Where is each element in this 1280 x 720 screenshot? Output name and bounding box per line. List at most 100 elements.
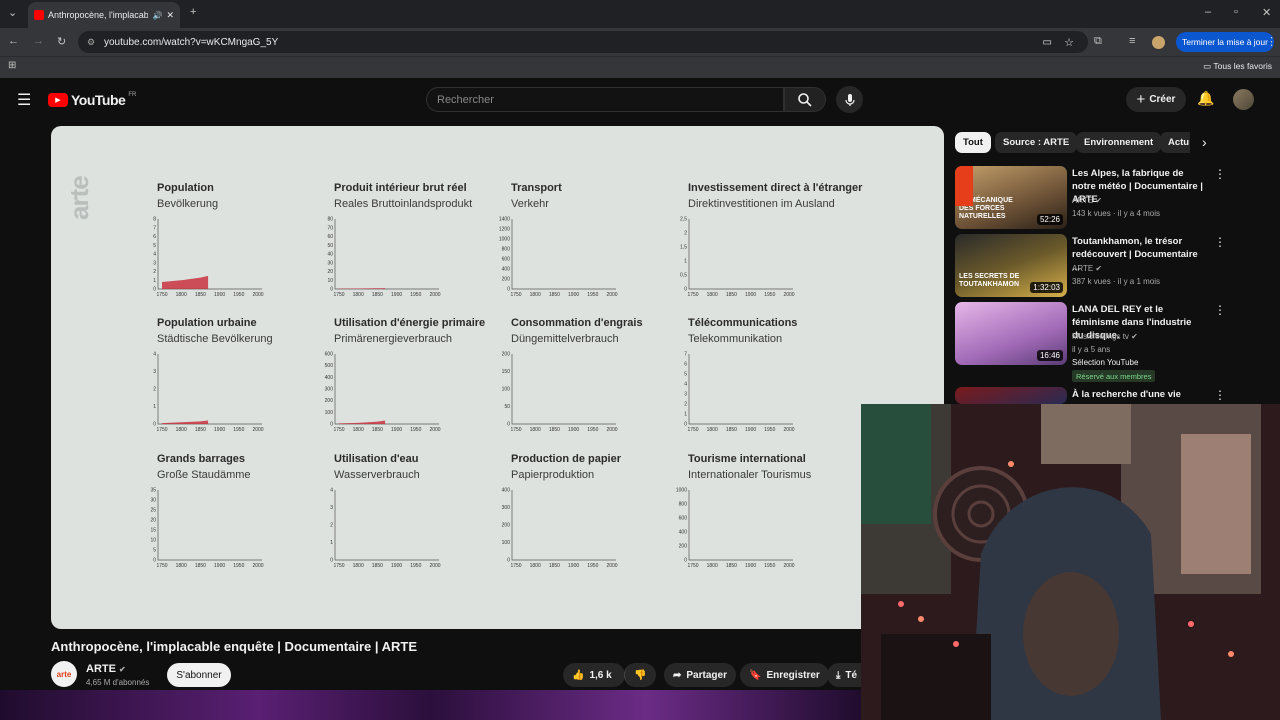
more-actions-icon[interactable]: ⋮ <box>1214 303 1226 317</box>
related-meta: il y a 5 ans <box>1072 345 1111 354</box>
dislike-button[interactable]: 👎 <box>624 663 656 687</box>
channel-avatar[interactable]: arte <box>51 661 77 687</box>
chart-subtitle: Bevölkerung <box>157 198 219 210</box>
y-tick-label: 25 <box>150 508 156 514</box>
related-channel[interactable]: ARTE ✔ <box>1072 264 1102 273</box>
apps-grid-icon[interactable]: ⊞ <box>8 60 16 71</box>
minimize-icon[interactable]: – <box>1205 6 1211 18</box>
x-tick-label: 1750 <box>510 292 521 298</box>
bookmarks-bar: ⊞ <box>0 56 1280 78</box>
chart-plot: 40030020010001750 1800 1850 1900 1950 2000 <box>502 488 618 570</box>
chart-series-area <box>339 420 386 424</box>
y-tick-label: 20 <box>327 269 333 275</box>
subscribe-button[interactable]: S'abonner <box>167 663 231 687</box>
chart-subtitle: Papierproduktion <box>511 469 595 481</box>
y-tick-label: 80 <box>327 217 333 223</box>
x-tick-label: 1950 <box>764 292 775 298</box>
verified-icon: ✔ <box>1093 264 1103 273</box>
maximize-icon[interactable]: ▫ <box>1234 6 1238 18</box>
more-actions-icon[interactable]: ⋮ <box>1214 235 1226 249</box>
y-tick-label: 4 <box>153 352 156 358</box>
y-tick-label: 1,5 <box>680 245 687 251</box>
browser-menu-icon[interactable]: ⋮ <box>1266 35 1277 48</box>
chart-axis <box>334 354 439 425</box>
voice-search-button[interactable] <box>836 86 863 113</box>
verified-icon: ✔ <box>119 665 126 674</box>
search-button[interactable] <box>784 87 826 112</box>
more-actions-icon[interactable]: ⋮ <box>1214 388 1226 402</box>
plus-icon: + <box>1136 91 1146 108</box>
save-button[interactable]: 🔖 Enregistrer <box>740 663 829 687</box>
video-thumbnail[interactable]: 16:46 <box>955 302 1067 365</box>
webcam-overlay <box>861 404 1280 720</box>
related-channel[interactable]: Musicfeelings tv ✔ <box>1072 332 1138 341</box>
reading-list-icon[interactable]: ≡ <box>1129 35 1135 47</box>
forward-icon[interactable]: → <box>33 35 44 47</box>
all-bookmarks[interactable]: ▭ Tous les favoris <box>1203 61 1272 72</box>
channel-name-text: ARTE <box>86 663 116 675</box>
bookmark-star-icon[interactable]: ☆ <box>1064 36 1074 49</box>
x-tick-label: 1950 <box>410 563 421 569</box>
speaker-icon[interactable]: 🔊 <box>152 11 162 20</box>
create-button[interactable]: + Créer <box>1126 87 1186 112</box>
new-tab-icon[interactable]: + <box>190 6 196 18</box>
chart-title: Tourisme international <box>688 453 806 465</box>
notifications-bell-icon[interactable]: 🔔 <box>1197 90 1214 107</box>
tab-title: Anthropocène, l'implacable <box>48 10 149 20</box>
account-avatar[interactable] <box>1233 89 1254 110</box>
chart-series-area <box>162 420 209 424</box>
install-icon[interactable]: ▭ <box>1043 37 1052 48</box>
address-bar[interactable]: ⚙ youtube.com/watch?v=wKCMngaG_5Y ▭ ☆ <box>78 31 1088 53</box>
x-tick-label: 1950 <box>764 427 775 433</box>
filter-chip[interactable]: Actu <box>1160 132 1190 153</box>
y-tick-label: 2 <box>684 231 687 237</box>
chart-title: Télécommunications <box>688 317 798 329</box>
extensions-icon[interactable]: ⧉ <box>1094 35 1102 48</box>
hamburger-menu-icon[interactable]: ☰ <box>17 90 31 110</box>
x-tick-label: 1800 <box>707 292 718 298</box>
youtube-logo[interactable]: ▶ YouTube FR <box>48 92 136 108</box>
related-channel[interactable]: ARTE ✔ <box>1072 196 1102 205</box>
chart-plot: 8765432101750 1800 1850 1900 1950 2000 <box>153 217 264 299</box>
search-input[interactable]: Rechercher <box>426 87 784 112</box>
back-icon[interactable]: ← <box>8 35 19 47</box>
y-tick-label: 10 <box>327 278 333 284</box>
related-video-title[interactable]: À la recherche d'une vie <box>1072 388 1204 401</box>
tab-search-icon[interactable]: ⌄ <box>8 6 17 19</box>
y-tick-label: 1200 <box>499 227 510 233</box>
x-tick-label: 1900 <box>391 563 402 569</box>
chart-title: Consommation d'engrais <box>511 317 643 329</box>
channel-name[interactable]: ARTE ✔ <box>86 663 126 675</box>
chart-plot: 807060504030201001750 1800 1850 1900 1950 200… <box>327 217 440 299</box>
tab-close-icon[interactable]: ✕ <box>166 10 174 21</box>
browser-tab[interactable]: Anthropocène, l'implacable 🔊 ✕ <box>28 2 180 28</box>
video-thumbnail[interactable]: LA MÉCANIQUE DES FORCES NATURELLES 52:26 <box>955 166 1067 229</box>
video-thumbnail[interactable]: LES SECRETS DE TOUTANKHAMON 1:32:03 <box>955 234 1067 297</box>
y-tick-label: 2 <box>330 523 333 529</box>
chart-title: Transport <box>511 182 562 194</box>
y-tick-label: 3 <box>330 505 333 511</box>
like-button[interactable]: 👍 1,6 k <box>563 663 625 687</box>
close-window-icon[interactable]: ✕ <box>1262 6 1271 19</box>
microphone-icon <box>844 93 855 106</box>
y-tick-label: 20 <box>150 518 156 524</box>
more-actions-icon[interactable]: ⋮ <box>1214 167 1226 181</box>
arte-thumb-logo <box>955 166 973 206</box>
filter-chip[interactable]: Environnement <box>1076 132 1162 153</box>
y-tick-label: 1 <box>684 259 687 265</box>
chart-axis <box>511 490 616 561</box>
x-tick-label: 1900 <box>214 563 225 569</box>
reload-icon[interactable]: ↻ <box>57 35 66 48</box>
x-tick-label: 1950 <box>410 427 421 433</box>
video-thumbnail[interactable] <box>955 387 1067 404</box>
chevron-right-icon[interactable]: › <box>1202 134 1207 150</box>
update-button[interactable]: Terminer la mise à jour <box>1176 32 1274 52</box>
share-button[interactable]: ➦ Partager <box>664 663 736 687</box>
filter-chip[interactable]: Tout <box>955 132 991 153</box>
site-info-icon[interactable]: ⚙ <box>87 37 95 48</box>
filter-chip[interactable]: Source : ARTE <box>995 132 1078 153</box>
y-tick-label: 5 <box>153 548 156 554</box>
chart-series-area <box>162 275 209 289</box>
profile-icon[interactable] <box>1152 36 1165 49</box>
y-tick-label: 1000 <box>499 237 510 243</box>
